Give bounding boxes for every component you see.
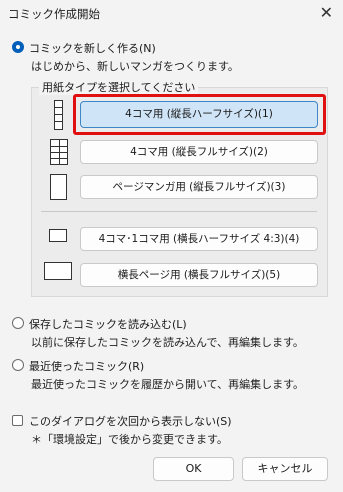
group-divider: [41, 211, 317, 212]
new-comic-description: はじめから、新しいマンガをつくります。: [31, 60, 239, 73]
title-bar: コミック作成開始 ✕: [0, 0, 343, 28]
recent-label[interactable]: 最近使ったコミック(R): [29, 358, 144, 374]
paper-button-5[interactable]: 横長ページ用 (横長フルサイズ)(5): [80, 263, 318, 287]
close-icon[interactable]: ✕: [320, 3, 333, 23]
paper-type-group-title: 用紙タイプを選択してください: [39, 79, 199, 95]
horizontal-half-icon: [49, 229, 67, 242]
four-panel-full-icon: [50, 139, 68, 165]
paper-button-4[interactable]: 4コマ･1コマ用 (横長ハーフサイズ 4:3)(4): [80, 227, 318, 251]
dont-show-checkbox[interactable]: [12, 415, 23, 426]
cancel-button[interactable]: キャンセル: [242, 457, 328, 481]
window-title: コミック作成開始: [8, 7, 100, 21]
load-saved-label[interactable]: 保存したコミックを読み込む(L): [29, 316, 187, 332]
four-panel-half-icon: [54, 100, 63, 130]
paper-button-2[interactable]: 4コマ用 (縦長フルサイズ)(2): [80, 140, 318, 164]
paper-button-3[interactable]: ページマンガ用 (縦長フルサイズ)(3): [80, 175, 318, 199]
ok-button[interactable]: OK: [153, 457, 234, 481]
load-saved-radio[interactable]: [12, 317, 24, 329]
load-saved-description: 以前に保存したコミックを読み込んで、再編集します。: [31, 336, 304, 349]
page-manga-icon: [50, 174, 67, 200]
horizontal-full-icon: [44, 262, 72, 280]
dont-show-note: ＊「環境設定」で後から変更できます。: [31, 433, 228, 446]
new-comic-label[interactable]: コミックを新しく作る(N): [29, 40, 156, 56]
dont-show-label[interactable]: このダイアログを次回から表示しない(S): [29, 413, 232, 429]
red-highlight-frame: [73, 94, 326, 135]
recent-radio[interactable]: [12, 359, 24, 371]
new-comic-radio[interactable]: [12, 41, 24, 53]
recent-description: 最近使ったコミックを履歴から開いて、再編集します。: [31, 378, 305, 391]
